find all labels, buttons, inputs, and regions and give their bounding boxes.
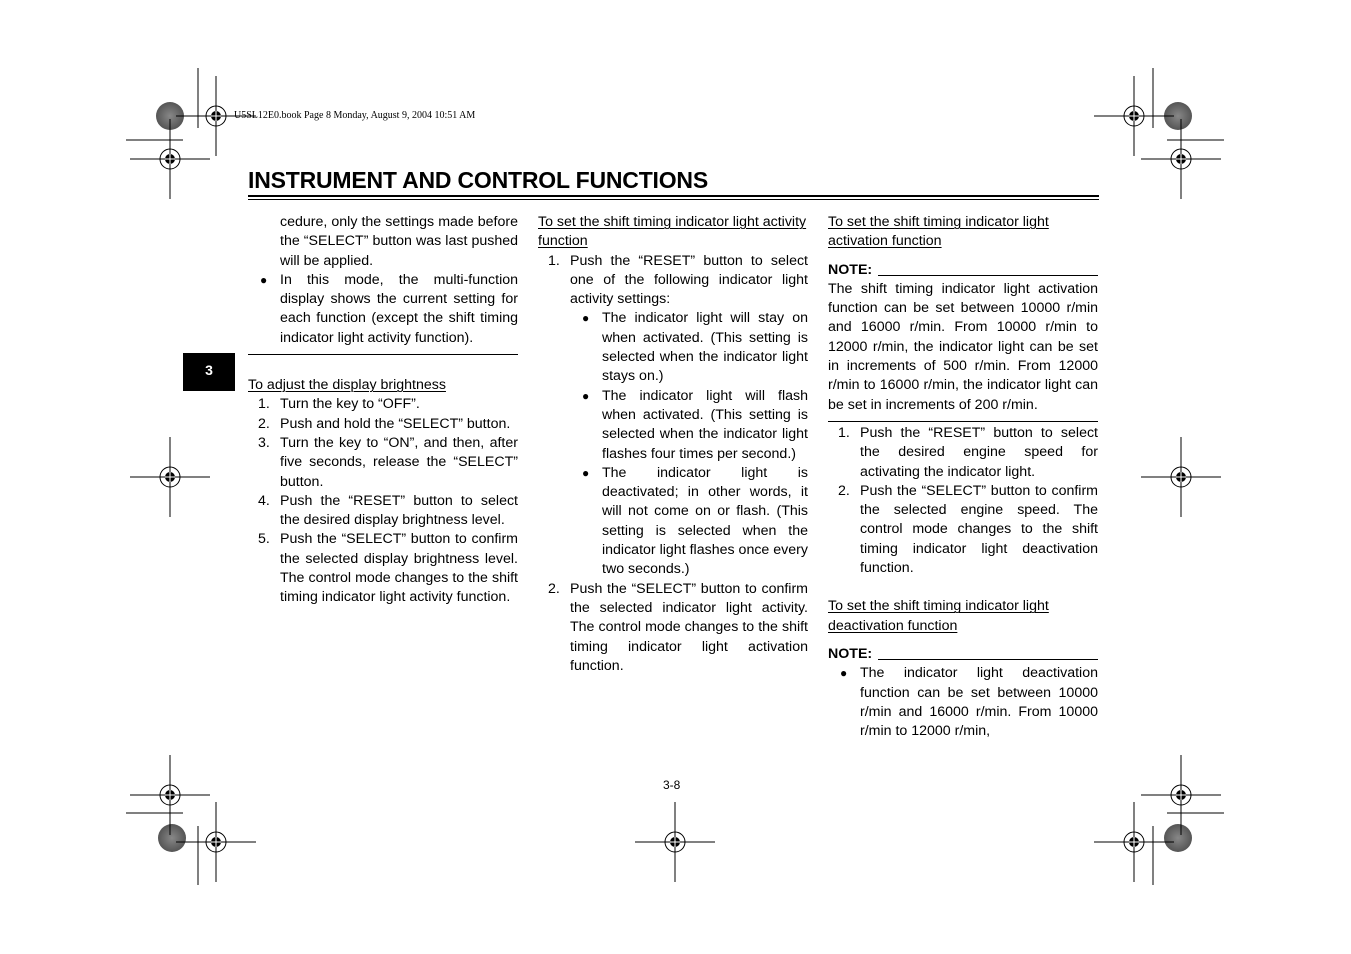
continued-text: cedure, only the settings made before th… [280,214,518,269]
list-item: 1. Push the “RESET” button to select the … [838,424,1098,480]
bullet-icon: ● [840,666,848,681]
list-item: 3. Turn the key to “ON”, and then, after … [258,434,518,490]
list-item: 2. Push and hold the “SELECT” button. [258,415,511,432]
page-title: INSTRUMENT AND CONTROL FUNCTIONS [248,167,708,193]
bullet-icon: ● [582,465,590,480]
bullet-icon: ● [260,272,268,287]
section-heading: To set the shift timing indicator light … [538,214,807,250]
section-heading: To set the shift timing indicator light … [828,598,1049,634]
bullet-icon: ● [582,311,590,326]
note-header: NOTE: [828,645,1098,664]
halftone-circle-icon [158,824,186,852]
note-end-rule [828,420,1098,422]
bullet-item: ● The indicator light will stay on when a… [582,310,808,385]
column-2: To set the shift timing indicator light … [538,213,808,676]
halftone-circle-icon [1164,824,1192,852]
page-number: 3-8 [663,778,681,792]
title-rule [248,195,1099,197]
list-item: 1. Push the “RESET” button to select one … [548,252,808,308]
title-rule-thin [248,199,1099,200]
list-item: 4. Push the “RESET” button to select the … [258,492,518,529]
chapter-tab: 3 [183,353,235,391]
column-3: To set the shift timing indicator light … [828,213,1098,741]
note-text: The shift timing indicator light activat… [828,280,1098,413]
bullet-item: ● In this mode, the multi-function displa… [260,271,518,346]
list-item: 1. Turn the key to “OFF”. [258,396,420,413]
bullet-icon: ● [582,388,590,403]
section-divider [248,354,518,356]
bullet-item: ● The indicator light is deactivated; in … [582,464,808,578]
bullet-item: ● The indicator light will flash when act… [582,387,808,462]
note-header: NOTE: [828,261,1098,280]
list-item: 5. Push the “SELECT” button to confirm th… [258,531,518,606]
list-item: 2. Push the “SELECT” button to confirm th… [838,482,1098,577]
section-heading: To set the shift timing indicator light … [828,214,1049,250]
list-item: 2. Push the “SELECT” button to confirm th… [548,580,808,674]
section-heading: To adjust the display brightness [248,377,446,394]
column-1: cedure, only the settings made before th… [248,213,518,608]
bullet-item: ● The indicator light deactivation functi… [840,665,1098,740]
print-header: U5SL12E0.book Page 8 Monday, August 9, 2… [234,110,476,121]
